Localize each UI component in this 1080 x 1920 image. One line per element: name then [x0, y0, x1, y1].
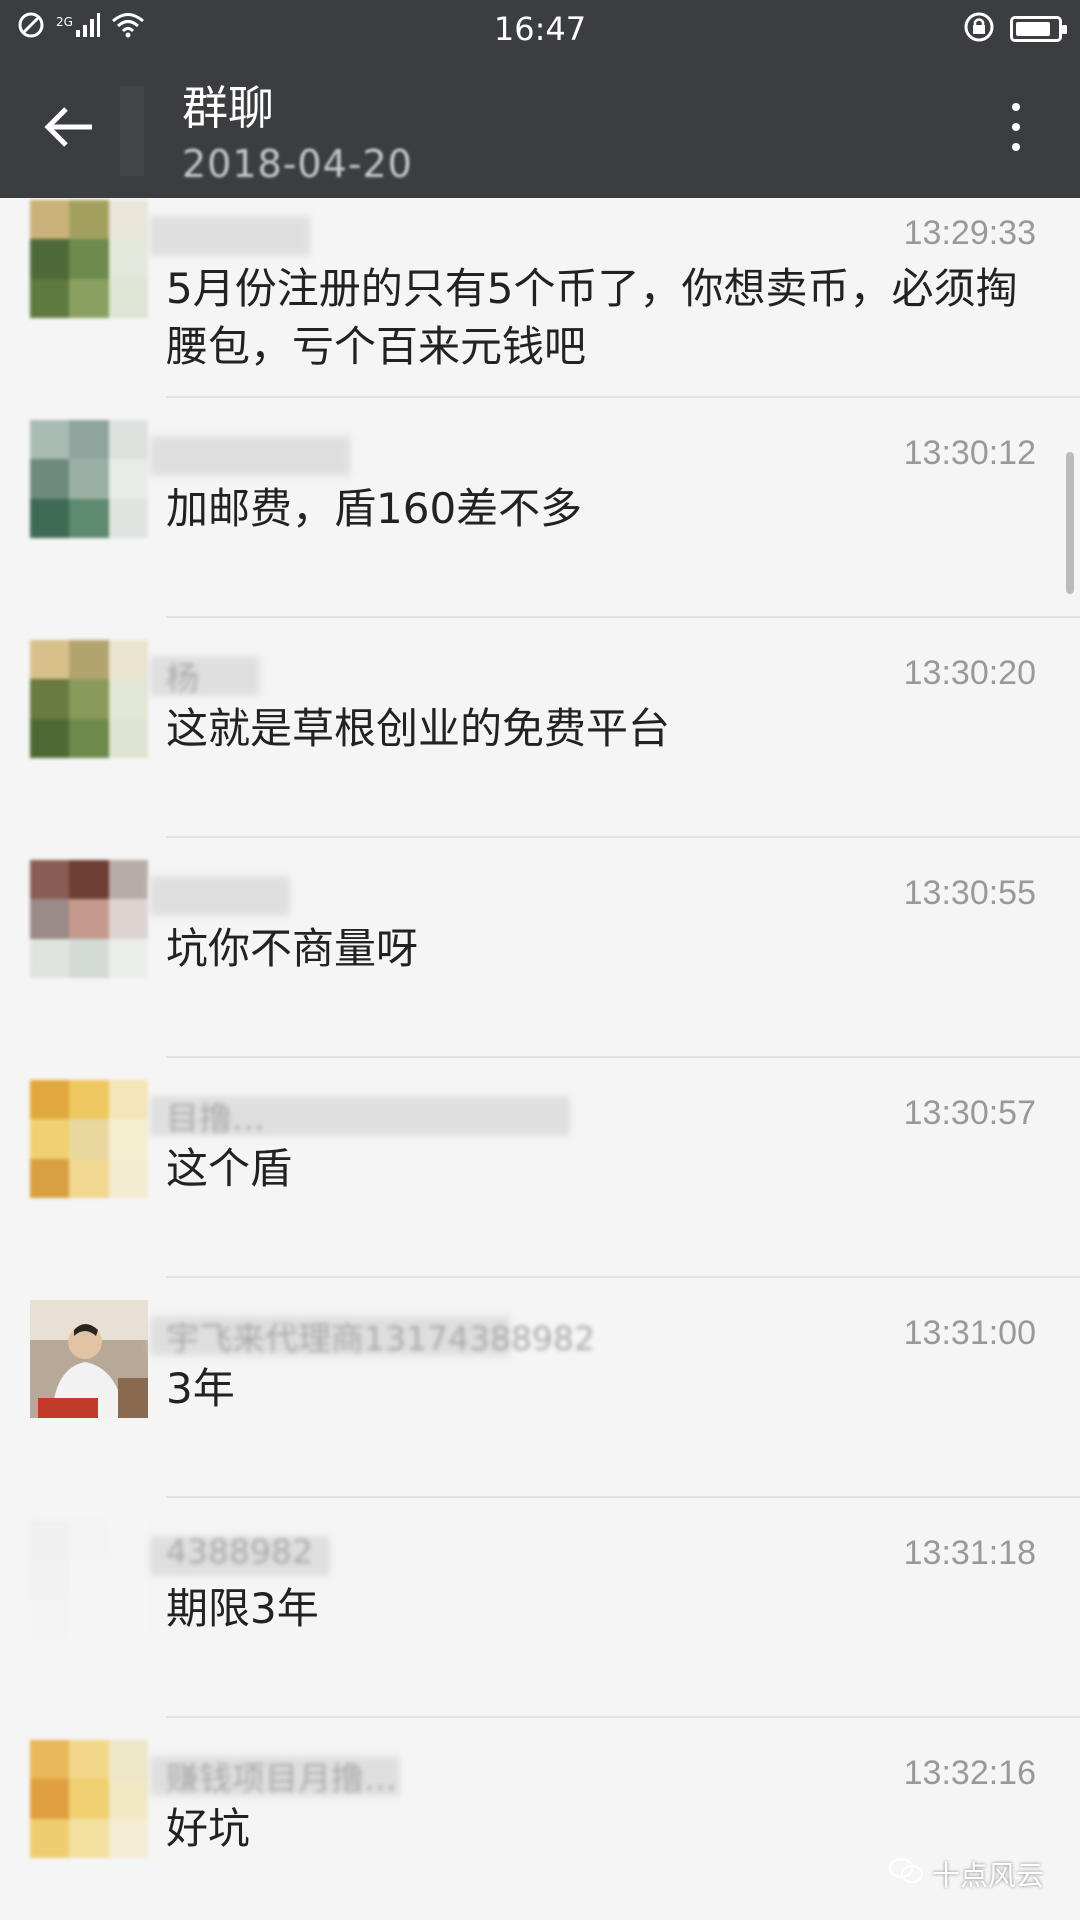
more-dot — [1012, 143, 1020, 151]
message-row[interactable]: 13:30:55 坑你不商量呀 — [0, 838, 1080, 1058]
chat-date: 2018-04-20 — [182, 142, 413, 186]
avatar[interactable] — [30, 420, 148, 538]
back-button[interactable] — [34, 94, 104, 164]
message-text: 这个盾 — [166, 1144, 293, 1193]
message-text: 这就是草根创业的免费平台 — [166, 704, 671, 753]
more-dot — [1012, 103, 1020, 111]
avatar[interactable] — [30, 200, 148, 318]
message-row[interactable]: 13:30:12 加邮费，盾160差不多 — [0, 398, 1080, 618]
avatar[interactable] — [30, 1080, 148, 1198]
sender-name: 赚钱项目月撸… — [166, 1759, 397, 1792]
battery-level — [1016, 22, 1050, 36]
arrow-left-icon — [42, 105, 96, 153]
chat-toolbar: 群聊 2018-04-20 — [0, 56, 1080, 198]
message-text: 期限3年 — [166, 1584, 319, 1633]
watermark-text: 十点风云 — [931, 1859, 1044, 1892]
avatar[interactable] — [30, 860, 148, 978]
sender-name: 宇飞来代理商13174388982 — [166, 1319, 595, 1352]
message-text: 好坑 — [166, 1804, 251, 1853]
message-list[interactable]: 13:29:33 5月份注册的只有5个币了，你想卖币，必须掏腰包，亏个百来元钱吧 1… — [0, 198, 1080, 1920]
message-text: 5月份注册的只有5个币了，你想卖币，必须掏腰包，亏个百来元钱吧 — [166, 264, 1018, 371]
toolbar-avatar — [120, 86, 144, 176]
wechat-icon — [888, 1856, 924, 1893]
message-time: 13:31:00 — [903, 1314, 1036, 1352]
status-right — [962, 10, 1067, 48]
message-row[interactable]: 4388982 13:31:18 期限3年 — [0, 1498, 1080, 1718]
sender-name: 目撸… — [166, 1099, 265, 1132]
avatar[interactable] — [30, 1520, 148, 1638]
status-bar: 2G 16:47 — [0, 0, 1080, 56]
message-time: 13:30:12 — [903, 434, 1036, 472]
watermark: 十点风云 — [888, 1854, 1044, 1894]
avatar[interactable] — [30, 640, 148, 758]
message-text: 3年 — [166, 1364, 235, 1413]
sender-name: 4388982 — [166, 1532, 313, 1571]
message-row[interactable]: 杨 13:30:20 这就是草根创业的免费平台 — [0, 618, 1080, 838]
message-row[interactable]: 13:29:33 5月份注册的只有5个币了，你想卖币，必须掏腰包，亏个百来元钱吧 — [0, 198, 1080, 398]
message-text: 坑你不商量呀 — [166, 924, 419, 973]
message-time: 13:32:16 — [903, 1754, 1036, 1792]
message-time: 13:29:33 — [903, 214, 1036, 252]
battery-icon — [1010, 16, 1067, 42]
message-time: 13:30:57 — [903, 1094, 1036, 1132]
avatar[interactable] — [30, 1300, 148, 1418]
sender-name-redaction — [150, 216, 310, 256]
message-time: 13:31:18 — [903, 1534, 1036, 1572]
message-text: 加邮费，盾160差不多 — [166, 484, 583, 533]
avatar[interactable] — [30, 1740, 148, 1858]
sender-name-redaction — [150, 436, 350, 476]
message-row[interactable]: 目撸… 13:30:57 这个盾 — [0, 1058, 1080, 1278]
sender-name: 杨 — [166, 659, 199, 692]
chat-title: 群聊 — [182, 81, 274, 135]
sender-name-redaction — [150, 876, 290, 916]
message-time: 13:30:55 — [903, 874, 1036, 912]
message-time: 13:30:20 — [903, 654, 1036, 692]
more-dot — [1012, 123, 1020, 131]
clock: 16:47 — [493, 10, 587, 48]
message-row[interactable]: 宇飞来代理商13174388982 13:31:00 3年 — [0, 1278, 1080, 1498]
lock-rotation-icon — [962, 10, 996, 48]
more-options-button[interactable] — [986, 92, 1046, 162]
scrollbar[interactable] — [1066, 452, 1074, 594]
